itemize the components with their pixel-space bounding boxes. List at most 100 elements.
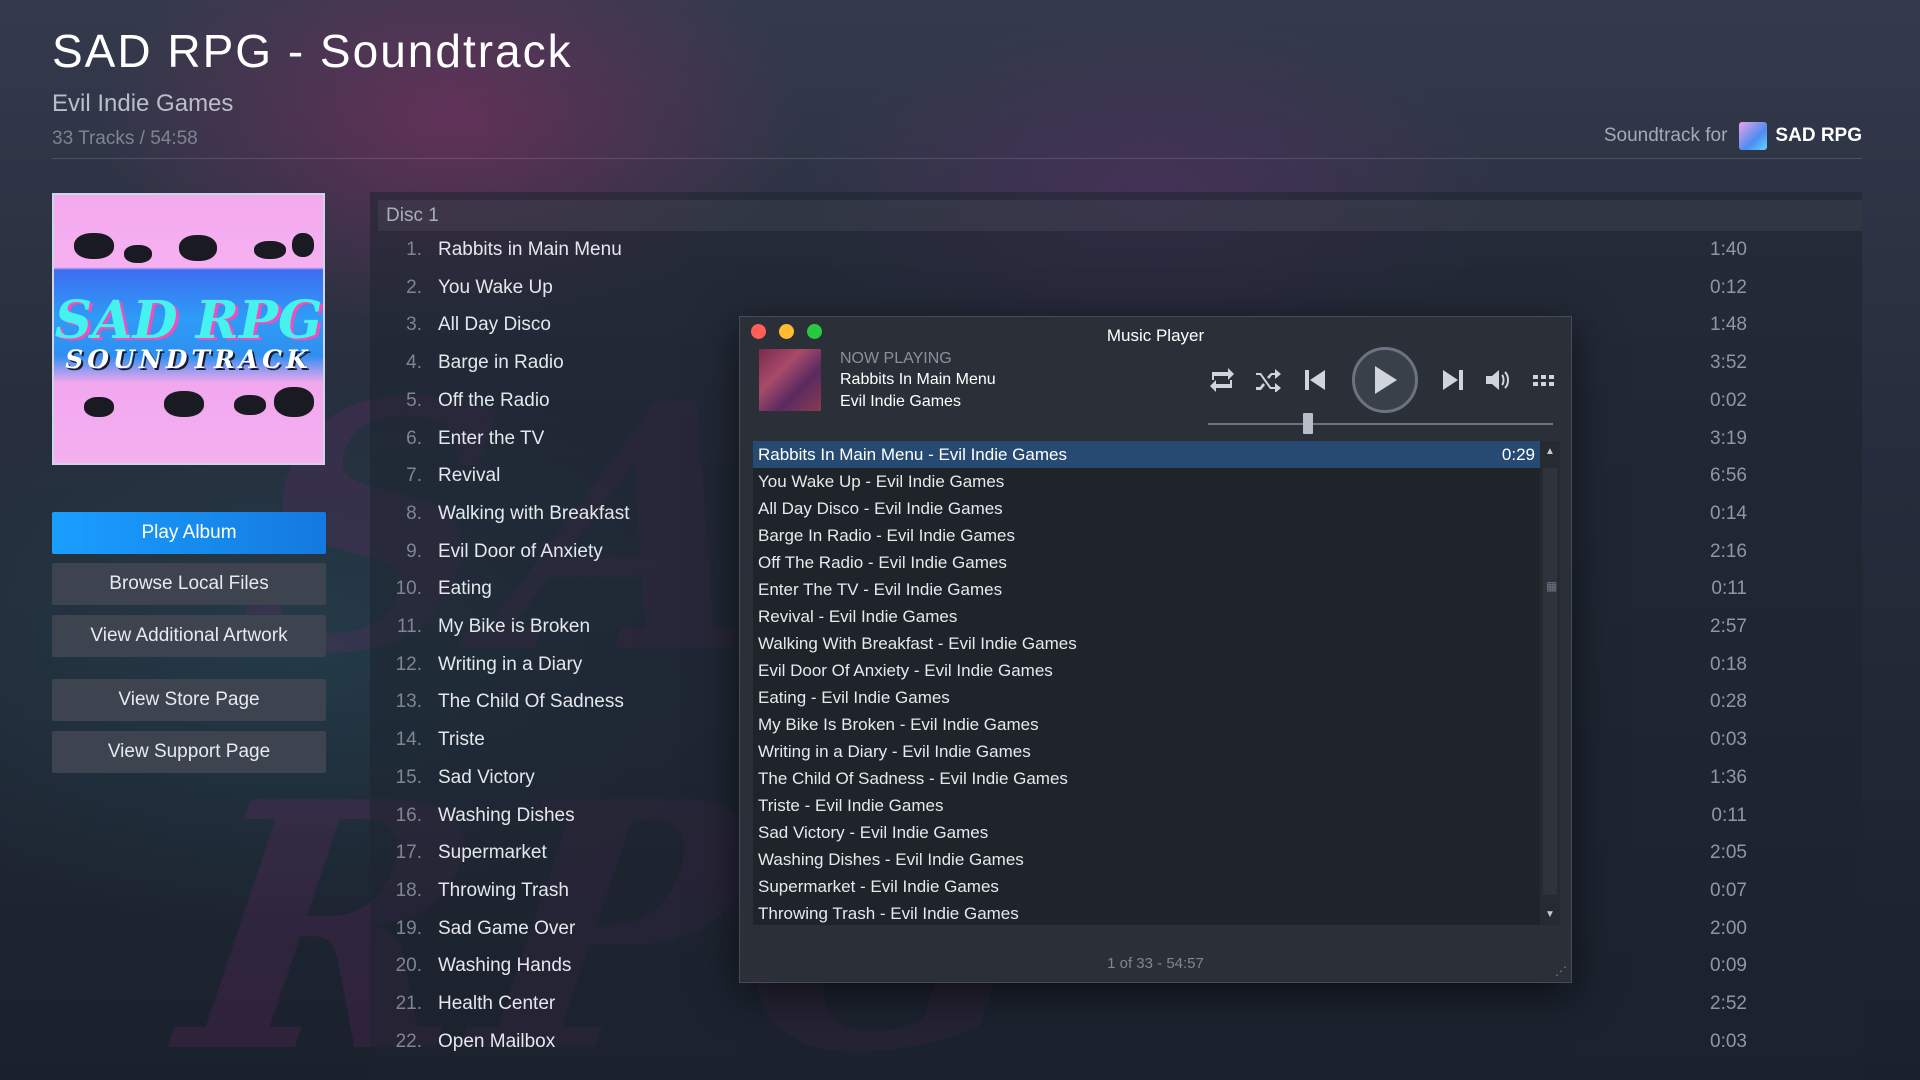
now-playing-art: [759, 349, 821, 411]
header: SAD RPG - Soundtrack Evil Indie Games 33…: [52, 24, 1862, 150]
volume-icon[interactable]: [1482, 365, 1514, 395]
track-row[interactable]: 2. You Wake Up 0:12: [370, 269, 1862, 306]
developer-name[interactable]: Evil Indie Games: [52, 90, 1862, 118]
playlist-row[interactable]: Writing in a Diary - Evil Indie Games: [753, 738, 1540, 765]
game-name-link[interactable]: SAD RPG: [1775, 125, 1862, 147]
playlist-row[interactable]: The Child Of Sadness - Evil Indie Games: [753, 765, 1540, 792]
track-name: Eating: [438, 578, 492, 600]
seek-bar[interactable]: [1208, 423, 1553, 425]
playlist-row-title: Walking With Breakfast - Evil Indie Game…: [758, 634, 1077, 653]
track-number: 9.: [406, 540, 422, 562]
track-number: 14.: [395, 729, 422, 751]
playlist-row-title: All Day Disco - Evil Indie Games: [758, 499, 1003, 518]
playlist-row[interactable]: Barge In Radio - Evil Indie Games: [753, 522, 1540, 549]
playlist-row-title: My Bike Is Broken - Evil Indie Games: [758, 715, 1039, 734]
track-number: 12.: [395, 653, 422, 675]
track-number: 7.: [406, 465, 422, 487]
track-duration: 1:48: [1710, 314, 1747, 336]
playlist-row-title: You Wake Up - Evil Indie Games: [758, 472, 1005, 491]
track-duration: 0:03: [1710, 729, 1747, 751]
playlist-row[interactable]: My Bike Is Broken - Evil Indie Games: [753, 711, 1540, 738]
track-count: 33 Tracks / 54:58: [52, 128, 198, 149]
seek-handle[interactable]: [1303, 413, 1314, 434]
view-support-page-button[interactable]: View Support Page: [52, 731, 326, 773]
repeat-icon[interactable]: [1206, 365, 1238, 395]
scroll-up-icon[interactable]: ▲: [1545, 446, 1555, 457]
page-title: SAD RPG - Soundtrack: [52, 25, 573, 77]
track-duration: 2:52: [1710, 993, 1747, 1014]
now-playing-artist: Evil Indie Games: [840, 393, 961, 410]
track-name: Rabbits in Main Menu: [438, 239, 622, 260]
track-row[interactable]: 22. Open Mailbox 0:03: [370, 1023, 1862, 1060]
playlist-row[interactable]: Sad Victory - Evil Indie Games: [753, 819, 1540, 846]
playlist-row[interactable]: Throwing Trash - Evil Indie Games: [753, 900, 1540, 925]
play-icon[interactable]: [1352, 347, 1418, 413]
track-number: 4.: [406, 352, 422, 374]
track-duration: 0:11: [1711, 578, 1747, 600]
disc-header: Disc 1: [378, 200, 1862, 231]
track-duration: 6:56: [1710, 465, 1747, 487]
playlist-row[interactable]: Triste - Evil Indie Games: [753, 792, 1540, 819]
view-store-page-button[interactable]: View Store Page: [52, 679, 326, 721]
track-duration: 1:40: [1710, 239, 1747, 260]
resize-grip-icon[interactable]: ⋰: [1555, 964, 1567, 978]
playlist-row[interactable]: Walking With Breakfast - Evil Indie Game…: [753, 630, 1540, 657]
track-number: 21.: [395, 993, 422, 1014]
playlist-row-title: Rabbits In Main Menu - Evil Indie Games: [758, 445, 1067, 464]
track-name: Revival: [438, 465, 501, 487]
track-duration: 2:16: [1710, 540, 1747, 562]
track-duration: 0:02: [1710, 389, 1747, 411]
track-duration: 3:52: [1710, 352, 1747, 374]
next-icon[interactable]: [1438, 365, 1468, 395]
track-row[interactable]: 21. Health Center 2:52: [370, 985, 1862, 1022]
playlist-row[interactable]: Revival - Evil Indie Games: [753, 603, 1540, 630]
playlist-row[interactable]: Eating - Evil Indie Games: [753, 684, 1540, 711]
album-art: SAD RPG SOUNDTRACK: [52, 193, 325, 465]
track-name: Enter the TV: [438, 427, 545, 449]
track-row[interactable]: 1. Rabbits in Main Menu 1:40: [370, 231, 1862, 268]
track-name: Washing Dishes: [438, 804, 575, 826]
track-name: Triste: [438, 729, 485, 751]
player-window-title: Music Player: [1106, 326, 1205, 345]
playlist-row-current[interactable]: Rabbits In Main Menu - Evil Indie Games 0…: [753, 441, 1540, 468]
browse-local-files-button[interactable]: Browse Local Files: [52, 563, 326, 605]
playlist-row[interactable]: You Wake Up - Evil Indie Games: [753, 468, 1540, 495]
playlist-scrollbar[interactable]: ▲ ▦ ▼: [1540, 441, 1560, 925]
track-number: 17.: [395, 842, 422, 864]
soundtrack-for[interactable]: Soundtrack for SAD RPG: [1604, 122, 1862, 150]
playlist-grid-icon[interactable]: [1529, 365, 1559, 395]
track-name: Open Mailbox: [438, 1030, 556, 1052]
track-number: 6.: [406, 427, 422, 449]
playlist-row[interactable]: Supermarket - Evil Indie Games: [753, 873, 1540, 900]
track-name: Supermarket: [438, 842, 547, 864]
playlist-row[interactable]: Off The Radio - Evil Indie Games: [753, 549, 1540, 576]
track-name: Writing in a Diary: [438, 653, 583, 675]
track-duration: 0:03: [1710, 1030, 1747, 1052]
playlist-row[interactable]: Washing Dishes - Evil Indie Games: [753, 846, 1540, 873]
track-duration: 3:19: [1710, 427, 1747, 449]
play-album-button[interactable]: Play Album: [52, 512, 326, 554]
playlist-row[interactable]: Enter The TV - Evil Indie Games: [753, 576, 1540, 603]
track-duration: 0:18: [1710, 653, 1747, 675]
shuffle-icon[interactable]: [1252, 365, 1284, 395]
playlist-row[interactable]: Evil Door Of Anxiety - Evil Indie Games: [753, 657, 1540, 684]
track-name: Washing Hands: [438, 955, 572, 977]
player-titlebar[interactable]: Music Player: [740, 317, 1571, 345]
track-name: My Bike is Broken: [438, 616, 591, 637]
track-duration: 2:05: [1710, 842, 1747, 864]
track-number: 16.: [395, 804, 422, 826]
track-name: The Child Of Sadness: [438, 691, 624, 713]
playlist-row-title: Barge In Radio - Evil Indie Games: [758, 526, 1016, 545]
track-name: Evil Door of Anxiety: [438, 540, 603, 562]
scroll-down-icon[interactable]: ▼: [1545, 909, 1555, 920]
playlist-row-title: Eating - Evil Indie Games: [758, 688, 950, 707]
playlist-row-title: The Child Of Sadness - Evil Indie Games: [758, 769, 1068, 788]
previous-icon[interactable]: [1300, 365, 1330, 395]
playlist-row-duration: 0:29: [1501, 445, 1535, 464]
view-additional-artwork-button[interactable]: View Additional Artwork: [52, 615, 326, 657]
scrollbar-thumb[interactable]: [1543, 468, 1557, 895]
playlist-row[interactable]: All Day Disco - Evil Indie Games: [753, 495, 1540, 522]
now-playing-label: NOW PLAYING: [840, 350, 952, 367]
track-name: Sad Game Over: [438, 917, 576, 939]
playlist-row-title: Washing Dishes - Evil Indie Games: [758, 850, 1024, 869]
